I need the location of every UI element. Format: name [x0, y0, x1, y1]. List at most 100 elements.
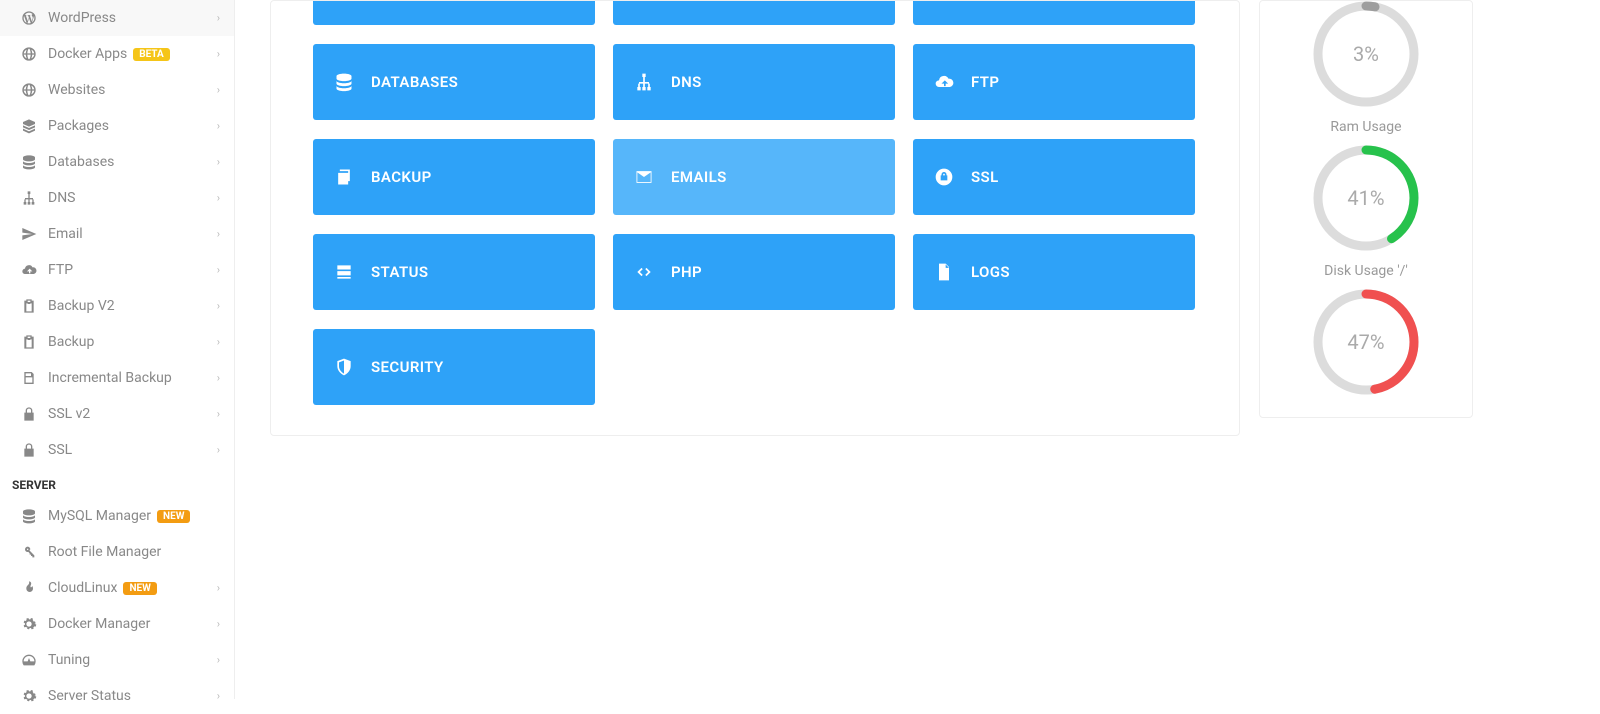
chevron-right-icon: ›: [217, 336, 220, 349]
lock-icon: [20, 441, 38, 459]
gauge-value: 41%: [1311, 143, 1421, 253]
feature-card-label: SECURITY: [371, 358, 444, 376]
sidebar-item-mysql-manager[interactable]: MySQL Manager NEW: [0, 498, 234, 534]
sidebar-item-backup-v2[interactable]: Backup V2 ›: [0, 288, 234, 324]
chevron-right-icon: ›: [217, 12, 220, 25]
gauge-ring: 41%: [1311, 143, 1421, 253]
badge-new: NEW: [123, 582, 156, 595]
sidebar-item-label: SSL: [48, 442, 72, 458]
feature-card-dns[interactable]: DNS: [613, 44, 895, 120]
shield-icon: [333, 356, 355, 378]
main-content: DATABASES DNS FTP BACKUP EMAILS SSL STATUS PHP L…: [270, 0, 1240, 436]
sidebar-item-ssl-v2[interactable]: SSL v2›: [0, 396, 234, 432]
sidebar-item-docker-apps[interactable]: Docker AppsBETA›: [0, 36, 234, 72]
feature-card-label: EMAILS: [671, 168, 727, 186]
database-icon: [20, 507, 38, 525]
chevron-right-icon: ›: [217, 654, 220, 667]
clipboard-icon: [20, 297, 38, 315]
sidebar-item-ssl[interactable]: SSL›: [0, 432, 234, 468]
gauge-label: Disk Usage '/': [1324, 263, 1408, 279]
sidebar-item-label: Incremental Backup: [48, 370, 172, 386]
badge-new: NEW: [157, 510, 190, 523]
sidebar-item-databases[interactable]: Databases›: [0, 144, 234, 180]
sidebar-item-label: WordPress: [48, 10, 116, 26]
sitemap-icon: [20, 189, 38, 207]
chevron-right-icon: ›: [217, 618, 220, 631]
sidebar-item-incremental-backup[interactable]: Incremental Backup ›: [0, 360, 234, 396]
key-icon: [20, 543, 38, 561]
sidebar-item-dns[interactable]: DNS›: [0, 180, 234, 216]
sidebar-item-label: Backup: [48, 334, 94, 350]
sidebar-item-packages[interactable]: Packages ›: [0, 108, 234, 144]
feature-card-security[interactable]: SECURITY: [313, 329, 595, 405]
feature-card-status[interactable]: STATUS: [313, 234, 595, 310]
save-icon: [20, 369, 38, 387]
sidebar-item-label: Docker Manager: [48, 616, 150, 632]
chevron-right-icon: ›: [217, 690, 220, 703]
feature-card-label: DNS: [671, 73, 702, 91]
tach-icon: [20, 651, 38, 669]
copy-icon: [333, 166, 355, 188]
feature-card-label: SSL: [971, 168, 999, 186]
sidebar-item-label: DNS: [48, 190, 76, 206]
chevron-right-icon: ›: [217, 48, 220, 61]
chevron-right-icon: ›: [217, 120, 220, 133]
gauge-ram-usage: Ram Usage 41%: [1260, 107, 1472, 253]
sidebar-item-websites[interactable]: Websites ›: [0, 72, 234, 108]
feature-card-placeholder[interactable]: [913, 1, 1195, 25]
feature-card-ftp[interactable]: FTP: [913, 44, 1195, 120]
feature-card-php[interactable]: PHP: [613, 234, 895, 310]
sidebar-item-wordpress[interactable]: WordPress ›: [0, 0, 234, 36]
sidebar-item-root-file-manager[interactable]: Root File Manager: [0, 534, 234, 570]
sidebar-item-cloudlinux[interactable]: CloudLinuxNEW›: [0, 570, 234, 606]
sidebar-item-label: Tuning: [48, 652, 90, 668]
sidebar: WordPress›Docker AppsBETA›Websites›Packa…: [0, 0, 235, 699]
clipboard-icon: [20, 333, 38, 351]
badge-beta: BETA: [133, 48, 170, 61]
envelope-icon: [633, 166, 655, 188]
sidebar-item-label: Websites: [48, 82, 105, 98]
chevron-right-icon: ›: [217, 372, 220, 385]
gauge-value: 47%: [1311, 287, 1421, 397]
feature-card-label: FTP: [971, 73, 999, 91]
sidebar-item-label: Backup V2: [48, 298, 115, 314]
sidebar-item-label: MySQL Manager: [48, 508, 151, 524]
chevron-right-icon: ›: [217, 300, 220, 313]
database-icon: [20, 153, 38, 171]
sidebar-item-backup[interactable]: Backup ›: [0, 324, 234, 360]
stats-panel-wrap: 3% Ram Usage 41% Disk Usage '/' 47%: [1259, 0, 1473, 418]
code-icon: [633, 261, 655, 283]
sidebar-item-email[interactable]: Email›: [0, 216, 234, 252]
gauge-label: Ram Usage: [1330, 119, 1401, 135]
chevron-right-icon: ›: [217, 84, 220, 97]
paperplane-icon: [20, 225, 38, 243]
fire-icon: [20, 579, 38, 597]
sidebar-item-ftp[interactable]: FTP›: [0, 252, 234, 288]
feature-card-placeholder[interactable]: [313, 1, 595, 25]
sidebar-item-label: Server Status: [48, 688, 131, 704]
gauge-value: 3%: [1311, 0, 1421, 109]
sidebar-item-label: Databases: [48, 154, 114, 170]
cog-icon: [20, 687, 38, 705]
sidebar-item-docker-manager[interactable]: Docker Manager ›: [0, 606, 234, 642]
feature-card-ssl[interactable]: SSL: [913, 139, 1195, 215]
feature-card-label: DATABASES: [371, 73, 458, 91]
feature-card-label: LOGS: [971, 263, 1010, 281]
stats-panel: 3% Ram Usage 41% Disk Usage '/' 47%: [1259, 0, 1473, 418]
lock-icon: [20, 405, 38, 423]
sidebar-item-tuning[interactable]: Tuning ›: [0, 642, 234, 678]
wordpress-icon: [20, 9, 38, 27]
feature-card-emails[interactable]: EMAILS: [613, 139, 895, 215]
lockcircle-icon: [933, 166, 955, 188]
feature-card-logs[interactable]: LOGS: [913, 234, 1195, 310]
sidebar-item-label: Packages: [48, 118, 109, 134]
gauge-ring: 3%: [1311, 0, 1421, 109]
sidebar-item-server-status[interactable]: Server Status ›: [0, 678, 234, 714]
feature-card-databases[interactable]: DATABASES: [313, 44, 595, 120]
feature-card-label: PHP: [671, 263, 702, 281]
gauge-cpu: 3%: [1260, 0, 1472, 109]
feature-card-backup[interactable]: BACKUP: [313, 139, 595, 215]
sidebar-section-header: SERVER: [0, 468, 234, 498]
feature-card-placeholder[interactable]: [613, 1, 895, 25]
sitemap-icon: [633, 71, 655, 93]
